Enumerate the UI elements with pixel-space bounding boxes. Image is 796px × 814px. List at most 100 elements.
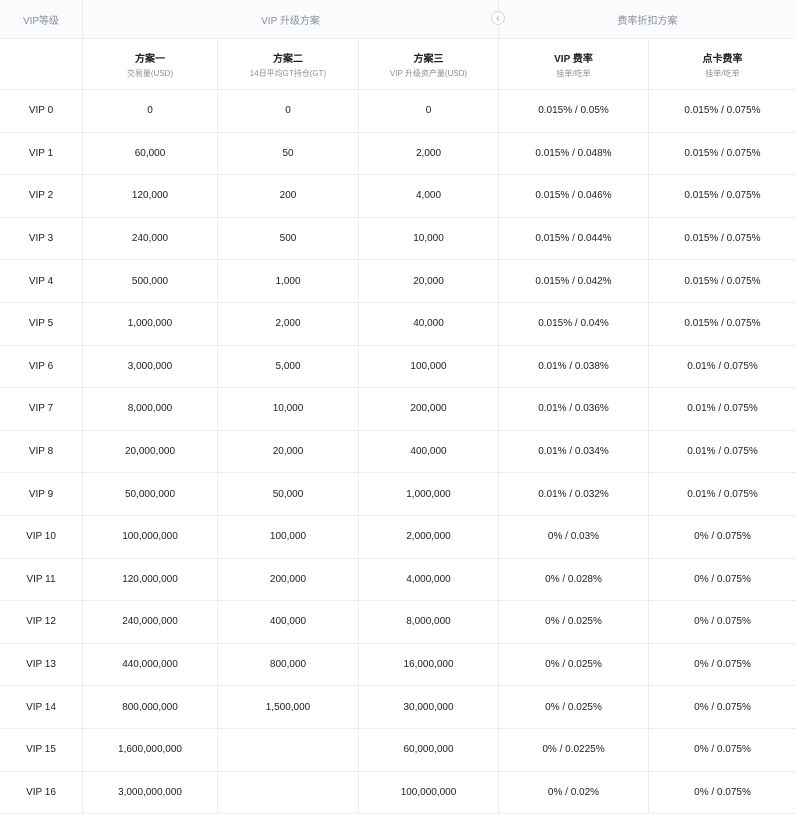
upgrade-plan-header: VIP 升级方案 [83,0,499,39]
point-card-fee-cell: 0.01% / 0.075% [649,431,796,474]
vip-fee-cell: 0.015% / 0.05% [499,90,649,133]
vip-fee-cell: 0% / 0.028% [499,559,649,602]
plan-one-cell: 240,000 [83,218,218,261]
point-card-fee-cell: 0% / 0.075% [649,516,796,559]
point-card-fee-cell: 0.01% / 0.075% [649,473,796,516]
plan-two-cell: 50 [218,133,359,176]
vip-level-cell: VIP 13 [0,644,83,687]
plan-two-cell: 400,000 [218,601,359,644]
plan-two-cell: 5,000 [218,346,359,389]
plan-two-cell: 10,000 [218,388,359,431]
plan-one-cell: 240,000,000 [83,601,218,644]
plan-three-cell: 100,000 [359,346,499,389]
vip-fee-cell: 0% / 0.025% [499,644,649,687]
plan-one-cell: 800,000,000 [83,686,218,729]
table-row: VIP 820,000,00020,000400,0000.01% / 0.03… [0,431,796,474]
table-row: VIP 12240,000,000400,0008,000,0000% / 0.… [0,601,796,644]
vip-level-cell: VIP 10 [0,516,83,559]
point-card-fee-cell: 0% / 0.075% [649,772,796,814]
table-row: VIP 11120,000,000200,0004,000,0000% / 0.… [0,559,796,602]
plan-one-cell: 120,000,000 [83,559,218,602]
plan-three-cell: 2,000,000 [359,516,499,559]
table-row: VIP 10100,000,000100,0002,000,000 0% / 0.… [0,516,796,559]
plan-three-header: 方案三VIP 升级资产量(USD) [359,39,499,90]
vip-fee-cell: 0.015% / 0.044% [499,218,649,261]
plan-one-cell: 1,000,000 [83,303,218,346]
plan-one-header: 方案一交易量(USD) [83,39,218,90]
vip-level-cell: VIP 6 [0,346,83,389]
plan-two-cell: 500 [218,218,359,261]
plan-three-cell: 400,000 [359,431,499,474]
vip-level-cell: VIP 2 [0,175,83,218]
table-top-header: VIP等级 VIP 升级方案 费率折扣方案 [0,0,796,39]
table-row: VIP 163,000,000,000 100,000,0000% / 0.02%… [0,772,796,814]
point-card-fee-cell: 0.015% / 0.075% [649,133,796,176]
point-card-fee-cell: 0.015% / 0.075% [649,218,796,261]
vip-level-cell: VIP 15 [0,729,83,772]
vip-level-cell: VIP 3 [0,218,83,261]
plan-three-cell: 0 [359,90,499,133]
plan-three-cell: 4,000,000 [359,559,499,602]
discount-plan-header: 费率折扣方案 [499,0,796,39]
plan-one-cell: 60,000 [83,133,218,176]
vip-fee-cell: 0.01% / 0.038% [499,346,649,389]
header-title: 点卡费率 [703,50,743,65]
plan-one-cell: 0 [83,90,218,133]
vip-level-cell: VIP 5 [0,303,83,346]
point-card-fee-cell: 0.015% / 0.075% [649,260,796,303]
chevron-left-icon[interactable]: ‹ [491,11,505,25]
table-row: VIP 51,000,0002,00040,0000.015% / 0.04%0… [0,303,796,346]
plan-one-cell: 3,000,000,000 [83,772,218,814]
header-title: VIP 费率 [554,50,593,65]
plan-two-header: 方案二14日平均GT持仓(GT) [218,39,359,90]
vip-level-cell: VIP 16 [0,772,83,814]
plan-two-cell: 1,500,000 [218,686,359,729]
vip-fee-cell: 0.01% / 0.036% [499,388,649,431]
table-sub-header: 方案一交易量(USD)方案二14日平均GT持仓(GT)方案三VIP 升级资产量(… [0,39,796,90]
point-card-fee-cell: 0% / 0.075% [649,686,796,729]
table-row: VIP 13440,000,000800,00016,000,0000% / 0… [0,644,796,687]
table-row: VIP 160,000502,0000.015% / 0.048%0.015% … [0,133,796,176]
plan-one-cell: 8,000,000 [83,388,218,431]
table-row: VIP 151,600,000,00060,000,0000% / 0.0225… [0,729,796,772]
plan-one-cell: 100,000,000 [83,516,218,559]
point-card-fee-cell: 0.015% / 0.075% [649,303,796,346]
plan-two-cell: 20,000 [218,431,359,474]
vip-level-cell: VIP 9 [0,473,83,516]
header-subtitle: VIP 升级资产量(USD) [390,68,467,79]
plan-three-cell: 1,000,000 [359,473,499,516]
vip-fee-cell: 0.015% / 0.048% [499,133,649,176]
vip-level-header: VIP等级 [0,0,83,39]
vip-level-cell: VIP 7 [0,388,83,431]
table-row: VIP 63,000,0005,000100,0000.01% / 0.038%… [0,346,796,389]
plan-three-cell: 8,000,000 [359,601,499,644]
plan-three-cell: 16,000,000 [359,644,499,687]
header-subtitle: 交易量(USD) [127,68,173,79]
table-row: VIP 2120,0002004,0000.015% / 0.046%0.015… [0,175,796,218]
plan-three-cell: 20,000 [359,260,499,303]
vip-fee-cell: 0% / 0.02% [499,772,649,814]
plan-one-cell: 120,000 [83,175,218,218]
table-row: VIP 00000.015% / 0.05%0.015% / 0.075% [0,90,796,133]
vip-level-cell: VIP 8 [0,431,83,474]
vip-fee-cell: 0.015% / 0.04% [499,303,649,346]
point-card-fee-cell: 0.01% / 0.075% [649,346,796,389]
point-card-fee-header: 点卡费率挂单/吃单 [649,39,796,90]
point-card-fee-cell: 0.01% / 0.075% [649,388,796,431]
table-body: VIP 00000.015% / 0.05%0.015% / 0.075%VIP… [0,90,796,814]
plan-three-cell: 10,000 [359,218,499,261]
vip-fee-cell: 0% / 0.0225% [499,729,649,772]
plan-three-cell: 100,000,000 [359,772,499,814]
plan-one-cell: 1,600,000,000 [83,729,218,772]
vip-fee-cell: 0.01% / 0.032% [499,473,649,516]
point-card-fee-cell: 0% / 0.075% [649,644,796,687]
plan-one-cell: 440,000,000 [83,644,218,687]
plan-two-cell: 100,000 [218,516,359,559]
plan-one-cell: 20,000,000 [83,431,218,474]
plan-three-cell: 200,000 [359,388,499,431]
plan-three-cell: 30,000,000 [359,686,499,729]
point-card-fee-cell: 0% / 0.075% [649,601,796,644]
plan-three-cell: 4,000 [359,175,499,218]
plan-one-cell: 3,000,000 [83,346,218,389]
vip-level-cell: VIP 14 [0,686,83,729]
